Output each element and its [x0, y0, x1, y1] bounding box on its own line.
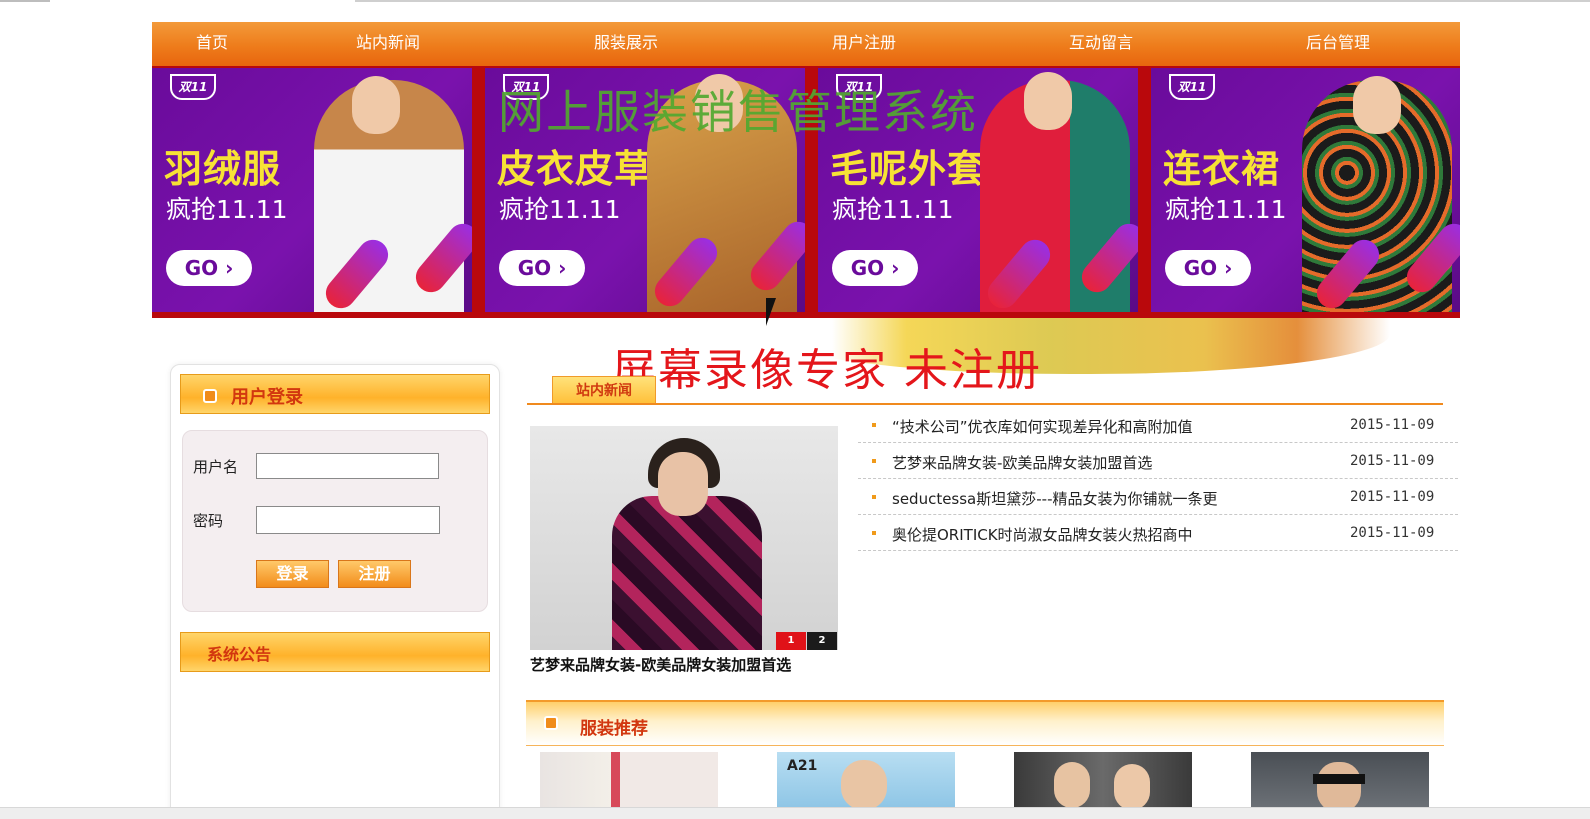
slideshow-page-1[interactable]: 1 [776, 632, 806, 650]
banner-go-button[interactable]: GO › [166, 250, 252, 286]
banner-panel-subtitle: 疯抢11.11 [1165, 195, 1287, 224]
news-date: 2015-11-09 [1350, 525, 1435, 541]
recorder-watermark: 屏幕录像专家 未注册 [612, 345, 1042, 396]
news-date: 2015-11-09 [1350, 417, 1435, 433]
thumb-figure [1114, 764, 1150, 807]
announcement-title: 系统公告 [207, 645, 272, 664]
list-item: 艺梦来品牌女装-欧美品牌女装加盟首选 2015-11-09 [858, 443, 1458, 479]
top-border-left [0, 0, 50, 2]
box-arrow-icon [203, 389, 217, 403]
tmall-11-logo: 双11 [1169, 74, 1215, 100]
list-item: “技术公司”优衣库如何实现差异化和高附加值 2015-11-09 [858, 407, 1458, 443]
news-title-link[interactable]: “技术公司”优衣库如何实现差异化和高附加值 [892, 416, 1193, 437]
list-item: seductessa斯坦黛莎---精品女装为你铺就一条更 2015-11-09 [858, 479, 1458, 515]
recommend-thumb-1[interactable] [540, 752, 718, 807]
recommend-thumb-label: A21 [787, 758, 818, 774]
site-title: 网上服装销售管理系统 [498, 85, 978, 139]
banner-panel-title: 皮衣皮草 [497, 147, 654, 191]
thumb-figure [1054, 762, 1090, 807]
banner-panel-subtitle: 疯抢11.11 [166, 195, 288, 224]
bullet-icon [872, 495, 876, 499]
login-box-title: 用户登录 [231, 387, 303, 408]
nav-news[interactable]: 站内新闻 [356, 22, 420, 66]
box-arrow-icon [544, 716, 558, 730]
news-title-link[interactable]: 奥伦提ORITICK时尚淑女品牌女装火热招商中 [892, 524, 1193, 545]
nav-clothing-showcase[interactable]: 服装展示 [594, 22, 658, 66]
username-input[interactable] [256, 453, 439, 479]
main-nav: 首页 站内新闻 服装展示 用户注册 互动留言 后台管理 [152, 22, 1460, 66]
recommend-thumb-4[interactable] [1251, 752, 1429, 807]
bullet-icon [872, 423, 876, 427]
banner-panel-title: 羽绒服 [164, 147, 282, 191]
recommend-thumb-2[interactable]: A21 [777, 752, 955, 807]
thumb-figure [1317, 762, 1361, 807]
banner-panel-down-jacket[interactable]: 双11 羽绒服 疯抢11.11 GO › [152, 68, 472, 312]
register-button[interactable]: 注册 [338, 560, 411, 588]
slideshow-caption[interactable]: 艺梦来品牌女装-欧美品牌女装加盟首选 [530, 654, 840, 675]
top-border-right [355, 0, 1590, 2]
nav-home[interactable]: 首页 [196, 22, 228, 66]
news-list: “技术公司”优衣库如何实现差异化和高附加值 2015-11-09 艺梦来品牌女装… [858, 407, 1458, 551]
nav-admin[interactable]: 后台管理 [1306, 22, 1370, 66]
login-button[interactable]: 登录 [256, 560, 329, 588]
banner-panel-subtitle: 疯抢11.11 [499, 195, 621, 224]
top-border [0, 0, 1590, 2]
news-tab-underline [527, 403, 1443, 405]
list-item: 奥伦提ORITICK时尚淑女品牌女装火热招商中 2015-11-09 [858, 515, 1458, 551]
news-title-link[interactable]: seductessa斯坦黛莎---精品女装为你铺就一条更 [892, 488, 1218, 509]
banner-panel-dress[interactable]: 双11 连衣裙 疯抢11.11 GO › [1151, 68, 1460, 312]
model-head [1024, 72, 1072, 130]
slideshow-coat [612, 496, 762, 650]
username-label: 用户名 [193, 458, 239, 476]
announcement-header: 系统公告 [180, 632, 490, 672]
slideshow-page-2[interactable]: 2 [807, 632, 837, 650]
banner-panel-title: 毛呢外套 [830, 147, 987, 191]
nav-user-register[interactable]: 用户注册 [832, 22, 896, 66]
model-head [352, 76, 400, 134]
banner-go-button[interactable]: GO › [832, 250, 918, 286]
news-date: 2015-11-09 [1350, 453, 1435, 469]
recommend-header: 服装推荐 [526, 700, 1444, 746]
banner-panel-subtitle: 疯抢11.11 [832, 195, 954, 224]
nav-message-board[interactable]: 互动留言 [1069, 22, 1133, 66]
login-box-header: 用户登录 [180, 374, 490, 414]
bullet-icon [872, 459, 876, 463]
news-date: 2015-11-09 [1350, 489, 1435, 505]
model-head [1353, 76, 1401, 134]
tab-site-news[interactable]: 站内新闻 [552, 376, 656, 404]
news-title-link[interactable]: 艺梦来品牌女装-欧美品牌女装加盟首选 [892, 452, 1152, 473]
banner-panel-title: 连衣裙 [1163, 147, 1281, 191]
banner-go-button[interactable]: GO › [499, 250, 585, 286]
banner-go-button[interactable]: GO › [1165, 250, 1251, 286]
bottom-border [0, 807, 1590, 819]
news-slideshow-image[interactable] [530, 426, 838, 650]
sunglasses-icon [1313, 774, 1365, 784]
password-input[interactable] [256, 506, 440, 534]
recommend-thumb-3[interactable] [1014, 752, 1192, 807]
thumb-figure [841, 760, 887, 807]
slideshow-face [658, 452, 708, 516]
recommend-title: 服装推荐 [580, 719, 648, 739]
password-label: 密码 [193, 512, 224, 530]
tmall-11-logo: 双11 [170, 74, 216, 100]
bullet-icon [872, 531, 876, 535]
mouse-pointer-icon [766, 298, 776, 326]
